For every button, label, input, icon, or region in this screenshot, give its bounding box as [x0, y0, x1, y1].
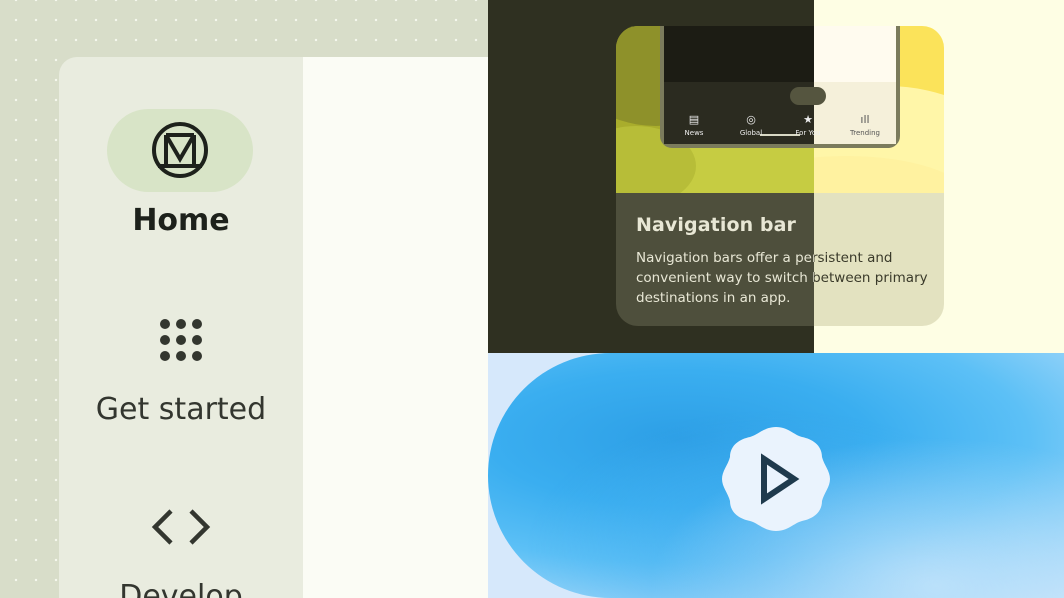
navigation-bar-card[interactable]: ▤ News ◎ Global ★ For You ıll Trending N…	[616, 26, 944, 326]
rail-item-label: Home	[132, 203, 230, 238]
video-banner	[488, 353, 1064, 598]
card-text-dark: Navigation bar Navigation bars offer a p…	[616, 26, 814, 326]
card-description: Navigation bars offer a persistent and c…	[636, 250, 814, 306]
card-title: Navigation bar	[636, 214, 797, 236]
code-icon	[151, 509, 211, 545]
left-panel: Home Get started Develop	[0, 0, 488, 598]
card-text-light: Navigation bar Navigation bars offer a p…	[814, 26, 944, 326]
rail-item-label: Develop	[119, 579, 243, 598]
component-card-section: ▤ News ◎ Global ★ For You ıll Trending N…	[488, 0, 1064, 353]
material-logo-icon	[152, 122, 208, 178]
apps-grid-icon	[160, 319, 202, 361]
rail-item-label: Get started	[95, 392, 267, 427]
navigation-rail: Home Get started Develop	[59, 57, 303, 598]
content-area	[303, 57, 488, 598]
play-button[interactable]	[716, 419, 836, 539]
card-description: Navigation bars offer a persistent and c…	[814, 250, 928, 286]
